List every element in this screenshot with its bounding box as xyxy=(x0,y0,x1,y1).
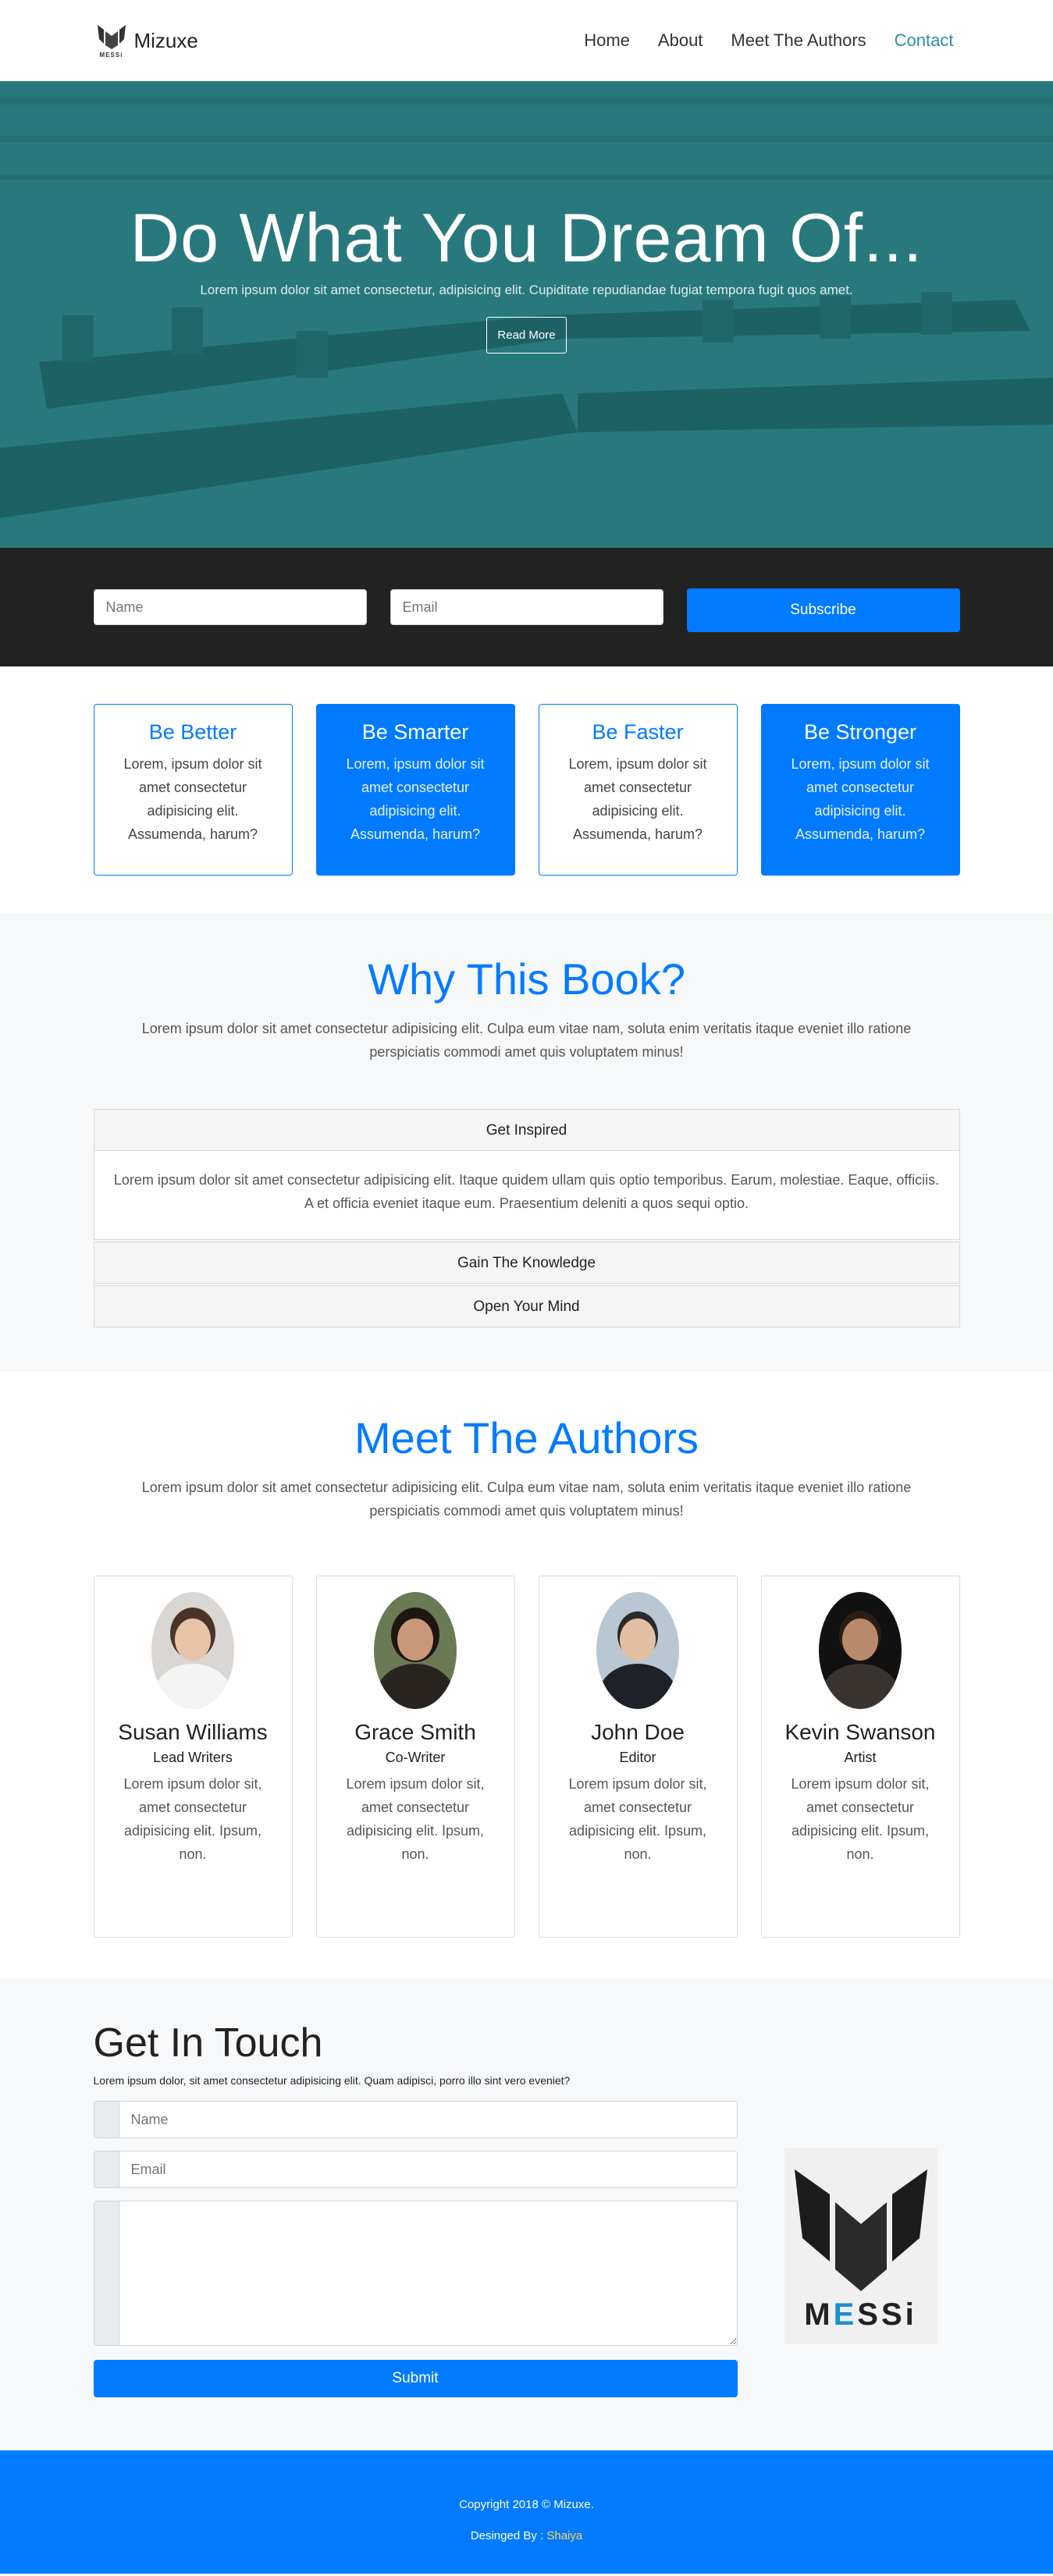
feature-text: Lorem, ipsum dolor sit amet consectetur … xyxy=(568,756,707,842)
author-name: Susan Williams xyxy=(118,1720,268,1744)
author-text: Lorem ipsum dolor sit, amet consectetur … xyxy=(346,1776,485,1862)
contact-message-textarea[interactable] xyxy=(119,2201,737,2345)
subscribe-section: Subscribe xyxy=(0,548,1053,666)
messi-logo-icon: MESSi xyxy=(94,17,130,64)
avatar xyxy=(151,1592,234,1709)
author-card: Susan Williams Lead Writers Lorem ipsum … xyxy=(93,1576,293,1938)
features-section: Be Better Lorem, ipsum dolor sit amet co… xyxy=(0,666,1053,913)
nav-link-contact[interactable]: Contact xyxy=(895,30,954,51)
contact-email-input[interactable] xyxy=(119,2151,737,2187)
author-card: Grace Smith Co-Writer Lorem ipsum dolor … xyxy=(315,1576,515,1938)
author-card: Kevin Swanson Artist Lorem ipsum dolor s… xyxy=(760,1576,960,1938)
accordion: Get Inspired Lorem ipsum dolor sit amet … xyxy=(93,1109,960,1327)
authors-grid: Susan Williams Lead Writers Lorem ipsum … xyxy=(93,1576,960,1938)
navbar: MESSi Mizuxe Home About Meet The Authors… xyxy=(0,0,1053,81)
submit-button[interactable]: Submit xyxy=(93,2360,738,2397)
author-role: Co-Writer xyxy=(385,1750,446,1765)
author-role: Editor xyxy=(619,1750,656,1765)
message-input-group xyxy=(93,2201,738,2346)
author-text: Lorem ipsum dolor sit, amet consectetur … xyxy=(123,1776,262,1862)
author-text: Lorem ipsum dolor sit, amet consectetur … xyxy=(568,1776,707,1862)
feature-card: Be Faster Lorem, ipsum dolor sit amet co… xyxy=(538,704,738,876)
why-title: Why This Book? xyxy=(368,954,685,1004)
nav-link-home[interactable]: Home xyxy=(584,30,630,51)
author-role: Artist xyxy=(844,1750,877,1765)
authors-section: Meet The Authors Lorem ipsum dolor sit a… xyxy=(0,1372,1053,1979)
author-text: Lorem ipsum dolor sit, amet consectetur … xyxy=(791,1776,930,1862)
nav-link-authors[interactable]: Meet The Authors xyxy=(731,30,866,51)
contact-intro: Lorem ipsum dolor, sit amet consectetur … xyxy=(93,2074,571,2087)
contact-name-input[interactable] xyxy=(119,2102,737,2137)
input-addon xyxy=(94,2201,119,2345)
accordion-header-get-inspired[interactable]: Get Inspired xyxy=(93,1109,960,1151)
why-section: Why This Book? Lorem ipsum dolor sit ame… xyxy=(0,913,1053,1372)
avatar xyxy=(374,1592,457,1709)
avatar xyxy=(819,1592,902,1709)
hero-content: Do What You Dream Of... Lorem ipsum dolo… xyxy=(0,198,1053,354)
author-name: Kevin Swanson xyxy=(784,1720,936,1744)
logo-word-right: SSi xyxy=(857,2297,917,2332)
brand-logo-word: MESSi xyxy=(99,51,123,59)
subscribe-button[interactable]: Subscribe xyxy=(686,588,960,632)
nav-link-about[interactable]: About xyxy=(658,30,703,51)
feature-card: Be Stronger Lorem, ipsum dolor sit amet … xyxy=(760,704,960,876)
accordion-header-gain-knowledge[interactable]: Gain The Knowledge xyxy=(93,1242,960,1284)
author-card: John Doe Editor Lorem ipsum dolor sit, a… xyxy=(538,1576,738,1938)
feature-title: Be Smarter xyxy=(361,720,469,744)
footer-designed-prefix: Desinged By : xyxy=(470,2529,544,2542)
authors-title: Meet The Authors xyxy=(354,1413,699,1462)
input-addon xyxy=(94,2102,119,2137)
contact-section: Get In Touch Lorem ipsum dolor, sit amet… xyxy=(0,1979,1053,2450)
hero-title: Do What You Dream Of... xyxy=(130,199,923,276)
hero-subtitle: Lorem ipsum dolor sit amet consectetur, … xyxy=(200,282,853,297)
feature-title: Be Faster xyxy=(592,720,684,744)
accordion-body: Lorem ipsum dolor sit amet consectetur a… xyxy=(93,1151,960,1240)
contact-title: Get In Touch xyxy=(93,2020,323,2066)
feature-card: Be Better Lorem, ipsum dolor sit amet co… xyxy=(93,704,293,876)
hero: Do What You Dream Of... Lorem ipsum dolo… xyxy=(0,81,1053,548)
read-more-button[interactable]: Read More xyxy=(486,317,567,354)
feature-card: Be Smarter Lorem, ipsum dolor sit amet c… xyxy=(315,704,515,876)
name-input-group xyxy=(93,2101,738,2138)
footer-credit: Desinged By : Shaiya xyxy=(0,2521,1053,2552)
subscribe-name-input[interactable] xyxy=(93,589,367,625)
brand[interactable]: MESSi Mizuxe xyxy=(94,17,198,64)
author-name: Grace Smith xyxy=(354,1720,476,1744)
subscribe-email-input[interactable] xyxy=(390,589,663,625)
footer-copyright: Copyright 2018 © Mizuxe. xyxy=(459,2498,594,2511)
input-addon xyxy=(94,2151,119,2187)
brand-name: Mizuxe xyxy=(133,28,198,52)
feature-title: Be Stronger xyxy=(803,720,917,744)
messi-logo-image: MESSi xyxy=(784,2148,937,2344)
logo-word-mid: E xyxy=(833,2297,858,2332)
nav-links: Home About Meet The Authors Contact xyxy=(584,30,953,51)
footer-designer-link[interactable]: Shaiya xyxy=(546,2529,582,2542)
accordion-header-open-mind[interactable]: Open Your Mind xyxy=(93,1285,960,1327)
footer: Copyright 2018 © Mizuxe. Desinged By : S… xyxy=(0,2450,1053,2574)
logo-wordmark: MESSi xyxy=(804,2297,917,2333)
author-role: Lead Writers xyxy=(153,1750,233,1765)
why-lead: Lorem ipsum dolor sit amet consectetur a… xyxy=(141,1021,912,1060)
feature-text: Lorem, ipsum dolor sit amet consectetur … xyxy=(346,756,485,842)
author-name: John Doe xyxy=(591,1720,685,1744)
contact-form: Submit xyxy=(93,2101,738,2397)
messi-emblem-icon xyxy=(794,2169,927,2291)
avatar xyxy=(596,1592,679,1709)
email-input-group xyxy=(93,2151,738,2188)
logo-word-left: M xyxy=(804,2297,834,2332)
authors-lead: Lorem ipsum dolor sit amet consectetur a… xyxy=(141,1480,912,1519)
feature-title: Be Better xyxy=(148,720,237,744)
feature-text: Lorem, ipsum dolor sit amet consectetur … xyxy=(791,756,930,842)
feature-text: Lorem, ipsum dolor sit amet consectetur … xyxy=(123,756,262,842)
